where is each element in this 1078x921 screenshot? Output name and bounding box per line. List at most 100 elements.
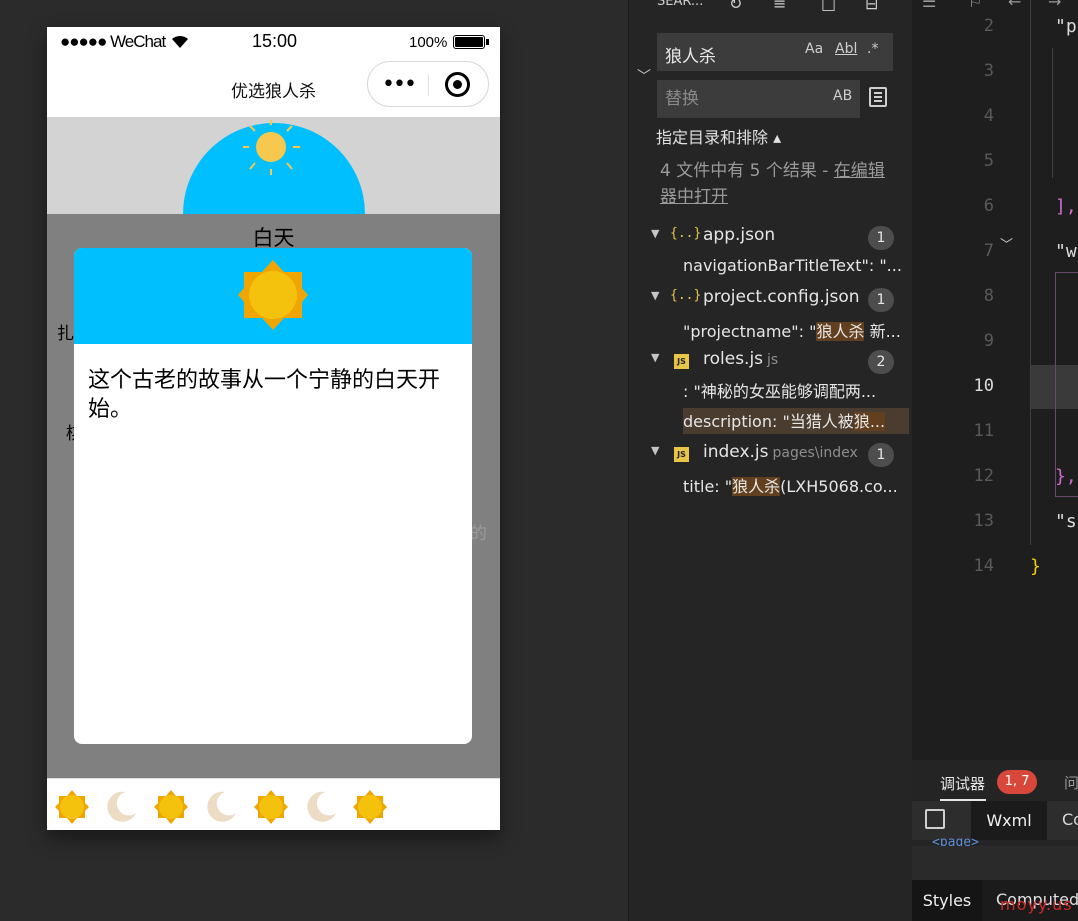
line-number: 9 (983, 331, 994, 351)
line-number: 11 (973, 421, 994, 441)
signal-carrier: ●●●●● WeChat (60, 32, 166, 51)
app-root: ●●●●● WeChat 15:00 100% 优选狼人杀 ••• 白天 扎 的… (0, 0, 1078, 921)
toggle-replace-chevron-icon[interactable]: ﹀ (637, 66, 651, 86)
status-bar: ●●●●● WeChat 15:00 100% (47, 27, 500, 59)
result-match-selected[interactable]: description: "当猎人被狼... (683, 408, 909, 434)
file-name: project.config.json (703, 287, 860, 307)
preserve-case-option[interactable]: AB (833, 88, 852, 104)
result-match[interactable]: navigationBarTitleText": "... (683, 256, 909, 282)
bookmark-icon[interactable]: ⚐ (968, 0, 982, 11)
game-content: 白天 扎 棋 的 这个古老的故事从一个宁静的白天开始。 (47, 214, 500, 778)
refresh-icon[interactable]: ↻ (729, 0, 742, 13)
new-search-editor-icon[interactable]: □ (821, 0, 836, 13)
back-arrow-icon[interactable]: ← (1008, 0, 1021, 11)
story-modal[interactable]: 这个古老的故事从一个宁静的白天开始。 (74, 248, 472, 744)
code-line-2: "p (1055, 16, 1077, 37)
match-count-badge: 1 (868, 226, 894, 250)
result-match[interactable]: : "神秘的女巫能够调配两... (683, 378, 909, 404)
code-line-6: ], (1055, 196, 1077, 217)
tab-problems[interactable]: 问 (1064, 772, 1078, 793)
sky-area (47, 117, 500, 214)
json-file-icon: {..} (670, 226, 702, 241)
line-number: 14 (973, 556, 994, 576)
day-dome-icon (183, 120, 365, 214)
search-query: 狼人杀 (665, 47, 716, 67)
file-name: roles.js js (703, 349, 779, 369)
result-file-app-json[interactable]: ▼ {..} app.json 1 (651, 223, 901, 251)
code-line-13: "s (1055, 511, 1077, 532)
moon-icon (107, 791, 136, 822)
expand-triangle-icon[interactable]: ▼ (651, 444, 659, 457)
match-count-badge: 1 (868, 443, 894, 467)
tab-debugger[interactable]: 调试器 (940, 773, 985, 794)
sun-icon (154, 790, 188, 824)
sun-icon (254, 790, 288, 824)
line-number: 8 (983, 286, 994, 306)
close-miniprogram-icon[interactable] (445, 72, 470, 97)
phase-history-bar (47, 778, 500, 830)
moon-icon (307, 791, 336, 822)
results-count: 4 文件中有 5 个结果 - (660, 161, 834, 181)
expand-triangle-icon[interactable]: ▼ (651, 227, 659, 240)
wifi-icon (171, 34, 189, 54)
background-text-1: 扎 (57, 324, 74, 344)
line-number: 2 (983, 16, 994, 36)
results-summary: 4 文件中有 5 个结果 - 在编辑器中打开 (660, 158, 900, 210)
code-editor[interactable]: ☰ ⚐ ← → 2 3 4 5 6 7 8 9 10 11 12 13 14 ﹀… (912, 0, 1078, 760)
file-name: app.json (703, 225, 776, 245)
menu-capsule: ••• (367, 61, 489, 107)
result-file-index-js[interactable]: ▼ JS index.js pages\index 1 (651, 440, 901, 468)
code-line-14: } (1030, 556, 1041, 577)
tab-console[interactable]: Co (1062, 810, 1078, 829)
battery-icon (453, 35, 485, 49)
replace-all-icon[interactable] (869, 87, 887, 107)
line-number: 12 (973, 466, 994, 486)
line-number: 13 (973, 511, 994, 531)
bracket-pair-outline (1055, 272, 1078, 497)
story-text: 这个古老的故事从一个宁静的白天开始。 (88, 368, 441, 422)
replace-field[interactable]: AB (657, 80, 860, 118)
code-line-7: "w (1055, 241, 1077, 262)
result-file-project-config[interactable]: ▼ {..} project.config.json 1 (651, 285, 901, 313)
json-file-icon: {..} (670, 288, 702, 303)
inspect-element-icon[interactable] (925, 809, 945, 829)
result-file-roles-js[interactable]: ▼ JS roles.js js 2 (651, 347, 901, 375)
replace-input[interactable] (657, 80, 827, 118)
background-text-3: 的 (470, 524, 487, 544)
fold-chevron-icon[interactable]: ﹀ (1000, 234, 1013, 253)
match-count-badge: 2 (868, 350, 894, 374)
regex-option[interactable]: .* (867, 41, 878, 57)
line-number: 5 (983, 151, 994, 171)
js-file-icon: JS (674, 447, 689, 462)
forward-arrow-icon[interactable]: → (1048, 0, 1061, 11)
expand-triangle-icon[interactable]: ▼ (651, 351, 659, 364)
outline-icon[interactable]: ☰ (922, 0, 936, 11)
search-panel-title: SEAR... (657, 0, 704, 9)
line-number-active: 10 (973, 376, 994, 396)
wxml-tree-area (912, 846, 1078, 880)
search-panel: SEAR... ↻ ≡ □ ⊟ ﹀ 狼人杀 Aa Abl .* AB 指定目录和… (628, 0, 912, 921)
tab-styles[interactable]: Styles (912, 880, 982, 921)
match-whole-word-option[interactable]: Abl (835, 41, 857, 57)
tab-wxml[interactable]: Wxml (971, 801, 1047, 840)
clear-results-icon[interactable]: ≡ (773, 0, 786, 13)
navigation-bar: 优选狼人杀 ••• (47, 59, 500, 117)
result-match[interactable]: "projectname": "狼人杀 新... (683, 318, 909, 344)
sun-icon (55, 790, 89, 824)
watermark: moyy.us (1000, 895, 1073, 914)
collapse-all-icon[interactable]: ⊟ (865, 0, 878, 13)
expand-triangle-icon[interactable]: ▼ (651, 289, 659, 302)
moon-icon (207, 791, 236, 822)
js-file-icon: JS (674, 354, 689, 369)
search-input[interactable]: 狼人杀 Aa Abl .* (657, 33, 893, 71)
line-number: 6 (983, 196, 994, 216)
more-icon[interactable]: ••• (382, 72, 417, 97)
simulator-panel: ●●●●● WeChat 15:00 100% 优选狼人杀 ••• 白天 扎 的… (0, 0, 628, 921)
match-case-option[interactable]: Aa (805, 41, 823, 57)
line-number: 7 (983, 241, 994, 261)
files-scope-toggle[interactable]: 指定目录和排除 ▴ (656, 124, 781, 148)
file-name: index.js pages\index (703, 442, 858, 462)
code-line-12: }, (1055, 466, 1077, 487)
result-match[interactable]: title: "狼人杀(LXH5068.co... (683, 473, 909, 499)
indent-guide (1030, 0, 1031, 545)
